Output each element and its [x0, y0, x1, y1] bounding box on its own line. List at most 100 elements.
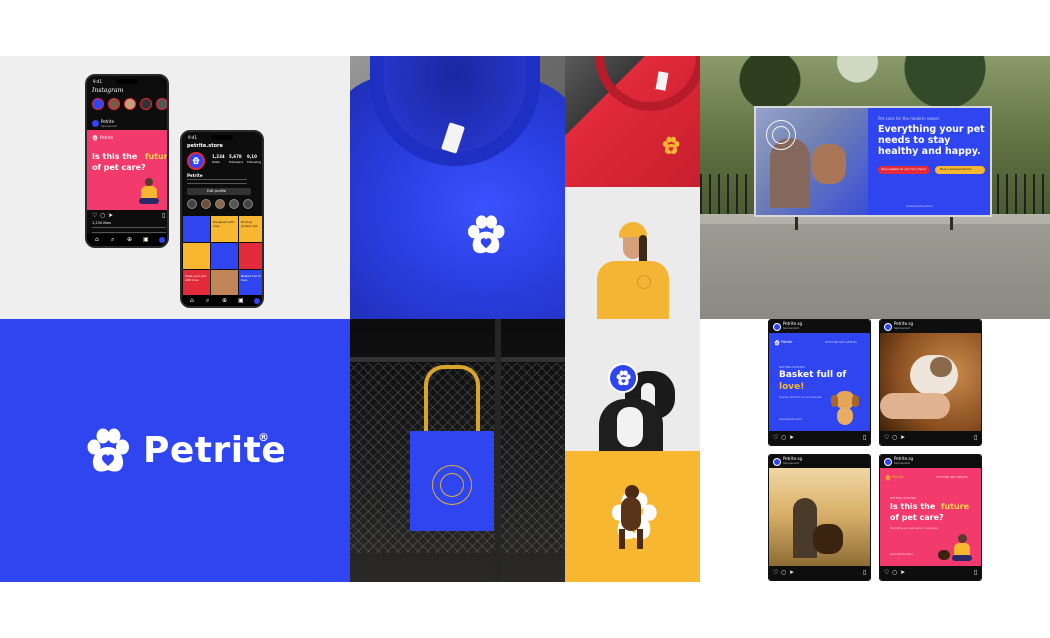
post-sponsored: Sponsored — [101, 124, 117, 128]
post-subtext: Everything your pet needs, in one place — [890, 527, 938, 530]
social-post[interactable]: Petrite.sg Sponsored Petrite PETSTORE AN… — [879, 454, 982, 581]
heart-icon[interactable]: ♡ — [773, 434, 778, 442]
billboard-website: www.petrite.store — [906, 204, 933, 208]
comment-icon[interactable]: ○ — [892, 569, 897, 577]
post-person-illustration — [137, 178, 161, 206]
stat-followers-value: 5,678 — [229, 154, 242, 159]
profile-icon[interactable] — [159, 237, 165, 243]
heart-icon[interactable]: ♡ — [92, 212, 97, 219]
reels-icon[interactable]: ▣ — [143, 236, 149, 243]
phones-mockup-tile: 9:41 Instagram Petrite Sponsored Petrite… — [0, 56, 350, 319]
billboard-panel: Pet-care for the modern owner Everything… — [754, 106, 992, 217]
post-headline-2: of pet care? — [890, 513, 944, 522]
heart-icon[interactable]: ♡ — [773, 569, 778, 577]
post-headline-1: Is this the — [890, 502, 936, 511]
account-avatar[interactable] — [884, 323, 892, 331]
paw-logo-icon — [774, 340, 780, 346]
social-post[interactable]: Petrite.sg Sponsored Petrite PETSTORE AN… — [768, 319, 871, 446]
social-post[interactable]: Petrite.sg Sponsored ♡ ○ ➤ ▯ — [768, 454, 871, 581]
heart-icon[interactable]: ♡ — [884, 569, 889, 577]
share-icon[interactable]: ➤ — [789, 569, 794, 577]
billboard-post-left — [795, 216, 798, 230]
billboard-dog — [812, 144, 846, 184]
sponsored-label: Sponsored — [894, 461, 910, 465]
share-icon[interactable]: ➤ — [900, 434, 905, 442]
grid-post[interactable]: Designed with love — [211, 216, 238, 242]
comment-icon[interactable]: ○ — [781, 434, 786, 442]
edit-profile-button[interactable]: Edit profile — [187, 188, 251, 195]
stat-followers-label: Followers — [229, 160, 244, 164]
bookmark-icon[interactable]: ▯ — [162, 212, 165, 219]
post-headline-1: Basket full of — [779, 370, 847, 380]
paw-logo-icon — [83, 427, 133, 477]
bottom-nav: ⌂ ⌕ ⊕ ▣ — [182, 295, 262, 306]
status-time: 9:41 — [188, 135, 197, 140]
tshirt-photo-tile — [350, 56, 565, 319]
grid-post[interactable]: Finding perfect pet — [239, 216, 262, 242]
grid-post[interactable] — [183, 243, 210, 269]
home-icon[interactable]: ⌂ — [190, 297, 194, 304]
post-top-brand: Petrite — [892, 475, 904, 479]
reels-icon[interactable]: ▣ — [238, 297, 244, 304]
highlights-row[interactable] — [187, 199, 262, 211]
billboard-seal — [766, 120, 796, 150]
paw-logo-icon — [192, 157, 200, 165]
post-headline-highlight: future — [941, 502, 970, 511]
stat-posts-label: Posts — [212, 160, 220, 164]
profile-icon[interactable] — [254, 298, 260, 304]
billboard-cta-primary[interactable]: Shop supplies for your furry friend — [878, 166, 930, 174]
bookmark-icon[interactable]: ▯ — [863, 434, 866, 442]
paw-logo-icon — [661, 136, 681, 156]
post-brand: Petrite — [100, 135, 114, 140]
dog-sticker-tile — [565, 319, 700, 451]
fence-rail — [350, 357, 565, 362]
stories-row[interactable] — [92, 98, 167, 112]
comment-icon[interactable]: ○ — [100, 212, 105, 219]
red-shirt-tile — [565, 56, 700, 187]
comment-icon[interactable]: ○ — [781, 569, 786, 577]
tote-bag — [410, 431, 494, 531]
share-icon[interactable]: ➤ — [900, 569, 905, 577]
fence-post — [495, 319, 501, 582]
grid-post[interactable]: Basket full of love — [239, 270, 262, 296]
grid-post[interactable] — [239, 243, 262, 269]
social-posts-tile: Petrite.sg Sponsored Petrite PETSTORE AN… — [700, 319, 1050, 582]
bookmark-icon[interactable]: ▯ — [974, 434, 977, 442]
bookmark-icon[interactable]: ▯ — [863, 569, 866, 577]
add-icon[interactable]: ⊕ — [127, 236, 132, 243]
comment-icon[interactable]: ○ — [892, 434, 897, 442]
paw-logo-icon — [885, 475, 891, 481]
grid-post[interactable] — [211, 270, 238, 296]
social-post[interactable]: Petrite.sg Sponsored ♡ ○ ➤ ▯ — [879, 319, 982, 446]
grid-post-text: Treat your pet with love — [185, 274, 206, 282]
likes-count: 1,234 likes — [92, 221, 111, 225]
post-image-field — [769, 468, 870, 568]
post-top-tagline: PETSTORE AND SUPPLIES — [936, 476, 968, 479]
grid-post[interactable]: Treat your pet with love — [183, 270, 210, 296]
cta-primary-label: Shop supplies for your furry friend — [881, 168, 926, 171]
share-icon[interactable]: ➤ — [789, 434, 794, 442]
paw-logo-icon — [92, 135, 98, 141]
billboard-headline: Everything your pet needs to stay health… — [878, 124, 985, 157]
search-icon[interactable]: ⌕ — [111, 236, 114, 244]
grid-post[interactable] — [211, 243, 238, 269]
profile-bio-lines — [187, 179, 247, 184]
grid-post[interactable] — [183, 216, 210, 242]
add-icon[interactable]: ⊕ — [222, 297, 227, 304]
account-avatar[interactable] — [773, 323, 781, 331]
account-avatar[interactable] — [884, 458, 892, 466]
billboard-cta-secondary[interactable]: Book a vet appointment — [935, 166, 985, 174]
account-avatar[interactable] — [773, 458, 781, 466]
post-top-brand: Petrite — [781, 340, 793, 344]
search-icon[interactable]: ⌕ — [206, 297, 209, 305]
edit-profile-label: Edit profile — [207, 189, 226, 193]
post-footer-link: www.petrite.store — [779, 418, 802, 421]
heart-icon[interactable]: ♡ — [884, 434, 889, 442]
bookmark-icon[interactable]: ▯ — [974, 569, 977, 577]
home-icon[interactable]: ⌂ — [95, 236, 99, 243]
share-icon[interactable]: ➤ — [108, 212, 113, 219]
phone-instagram-feed: 9:41 Instagram Petrite Sponsored Petrite… — [85, 74, 169, 248]
profile-avatar[interactable] — [187, 152, 205, 170]
post-avatar[interactable] — [92, 120, 99, 127]
billboard-photo — [756, 108, 868, 215]
